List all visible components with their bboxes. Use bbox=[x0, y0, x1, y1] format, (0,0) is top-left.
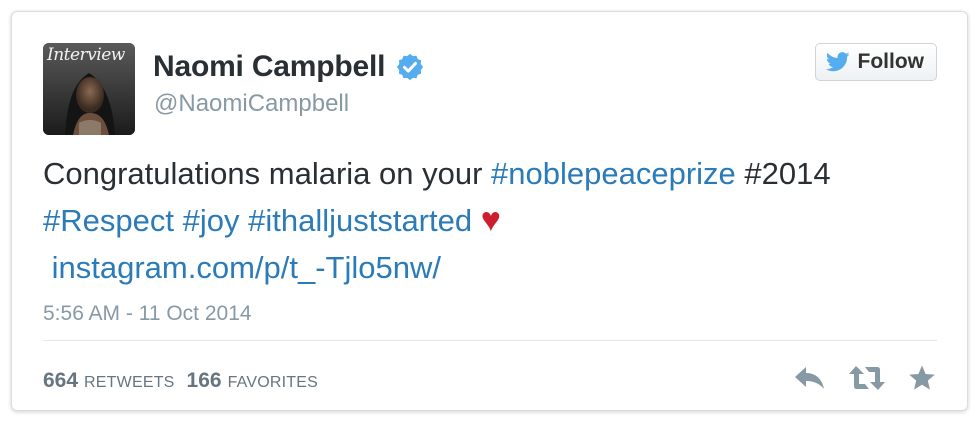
tweet-actions bbox=[793, 364, 937, 392]
retweets-label: Retweets bbox=[84, 374, 175, 391]
avatar[interactable]: Interview bbox=[43, 43, 135, 135]
tweet-text: Congratulations malaria on your #noblepe… bbox=[43, 150, 943, 291]
follow-button[interactable]: Follow bbox=[814, 43, 937, 81]
hashtag-respect[interactable]: #Respect bbox=[43, 203, 174, 238]
instagram-link[interactable]: instagram.com/p/t_-Tjlo5nw/ bbox=[52, 250, 441, 285]
favorites-count: 166 bbox=[186, 369, 222, 392]
name-row: Naomi Campbell bbox=[153, 50, 425, 84]
follow-button-label: Follow bbox=[857, 50, 925, 73]
hashtag-noblepeaceprize[interactable]: #noblepeaceprize bbox=[491, 156, 736, 191]
user-handle[interactable]: @NaomiCampbell bbox=[154, 90, 349, 118]
avatar-logo-text: Interview bbox=[47, 45, 125, 65]
hashtag-joy[interactable]: #joy bbox=[183, 203, 240, 238]
star-icon[interactable] bbox=[907, 364, 937, 392]
tweet-stats: 664 Retweets 166 Favorites bbox=[43, 369, 318, 393]
tweet-card: Interview Naomi Campbell @NaomiCampbell … bbox=[11, 11, 968, 411]
hashtag-ithalljuststarted[interactable]: #ithalljuststarted bbox=[248, 203, 472, 238]
twitter-bird-icon bbox=[825, 52, 850, 72]
tweet-line-1: Congratulations malaria on your #noblepe… bbox=[43, 150, 943, 197]
reply-icon[interactable] bbox=[793, 364, 827, 392]
tweet-line-2: #Respect #joy #ithalljuststarted ♥ bbox=[43, 197, 943, 244]
tweet-text-segment-2014: #2014 bbox=[735, 156, 831, 191]
favorites-stat[interactable]: 166 Favorites bbox=[187, 369, 318, 393]
divider bbox=[43, 340, 937, 341]
verified-badge-icon bbox=[397, 53, 424, 81]
tweet-timestamp[interactable]: 5:56 AM - 11 Oct 2014 bbox=[43, 302, 252, 326]
retweet-icon[interactable] bbox=[847, 364, 887, 392]
tweet-line-3: instagram.com/p/t_-Tjlo5nw/ bbox=[43, 244, 943, 291]
display-name[interactable]: Naomi Campbell bbox=[153, 50, 385, 84]
retweets-stat[interactable]: 664 Retweets bbox=[43, 369, 175, 393]
retweets-count: 664 bbox=[43, 369, 79, 392]
favorites-label: Favorites bbox=[227, 374, 319, 391]
heart-emoji: ♥ bbox=[480, 201, 501, 239]
tweet-text-segment: Congratulations malaria on your bbox=[43, 156, 492, 191]
